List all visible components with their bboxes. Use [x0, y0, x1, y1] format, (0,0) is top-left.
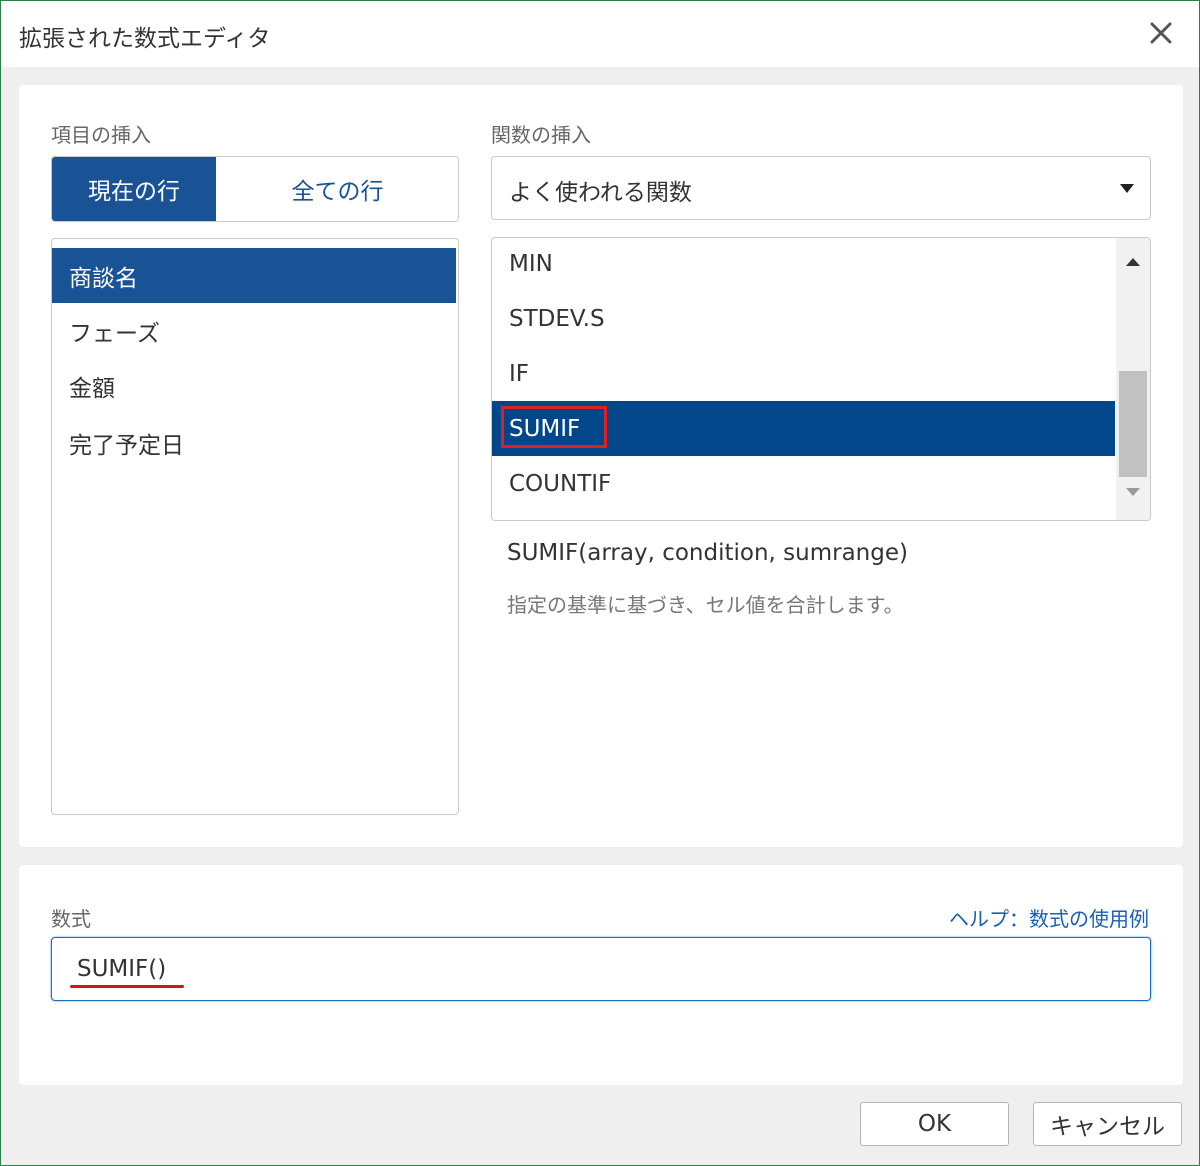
scroll-up-icon[interactable]	[1125, 256, 1141, 268]
formula-help-link[interactable]: ヘルプ：数式の使用例	[949, 903, 1149, 932]
caret-down-icon	[1120, 184, 1134, 193]
formula-editor-dialog: 拡張された数式エディタ 項目の挿入 現在の行 全ての行 商談名 フェーズ 金額 …	[0, 0, 1200, 1166]
field-list: 商談名 フェーズ 金額 完了予定日	[51, 238, 459, 815]
field-item-amount[interactable]: 金額	[52, 358, 456, 413]
scrollbar-thumb[interactable]	[1119, 371, 1147, 477]
function-item-countif[interactable]: COUNTIF	[492, 456, 1115, 511]
function-category-select[interactable]: よく使われる関数	[491, 156, 1151, 220]
current-row-button[interactable]: 現在の行	[52, 157, 216, 221]
function-item-sumif[interactable]: SUMIF	[492, 401, 1115, 456]
field-insert-label: 項目の挿入	[51, 123, 151, 147]
formula-label: 数式	[51, 907, 91, 931]
function-category-value: よく使われる関数	[509, 180, 692, 206]
function-item-stdev-s[interactable]: STDEV.S	[492, 291, 1115, 346]
formula-input-value: SUMIF()	[77, 956, 167, 982]
row-scope-toggle: 現在の行 全ての行	[51, 156, 459, 222]
ok-button[interactable]: OK	[860, 1102, 1009, 1146]
field-item-phase[interactable]: フェーズ	[52, 303, 456, 358]
function-item-if[interactable]: IF	[492, 346, 1115, 401]
function-description: 指定の基準に基づき、セル値を合計します。	[507, 593, 904, 617]
formula-panel: 数式 ヘルプ：数式の使用例 SUMIF()	[19, 865, 1183, 1085]
function-list-scrollbar[interactable]	[1116, 238, 1150, 520]
formula-input[interactable]: SUMIF()	[51, 937, 1151, 1001]
formula-underline-mark	[70, 985, 184, 988]
all-rows-button[interactable]: 全ての行	[217, 157, 458, 221]
close-icon[interactable]	[1143, 15, 1179, 51]
highlight-box	[501, 406, 607, 448]
function-signature: SUMIF(array, condition, sumrange)	[507, 540, 908, 566]
field-item-deal-name[interactable]: 商談名	[52, 248, 456, 303]
insert-panel: 項目の挿入 現在の行 全ての行 商談名 フェーズ 金額 完了予定日 関数の挿入 …	[19, 85, 1183, 847]
scroll-down-icon[interactable]	[1125, 486, 1141, 498]
field-item-close-date[interactable]: 完了予定日	[52, 415, 456, 470]
function-insert-label: 関数の挿入	[491, 123, 591, 147]
dialog-titlebar: 拡張された数式エディタ	[1, 1, 1199, 67]
cancel-button[interactable]: キャンセル	[1033, 1102, 1182, 1146]
dialog-title: 拡張された数式エディタ	[19, 26, 271, 52]
function-list: MIN STDEV.S IF SUMIF COUNTIF	[491, 237, 1151, 521]
function-item-min[interactable]: MIN	[492, 238, 1115, 291]
